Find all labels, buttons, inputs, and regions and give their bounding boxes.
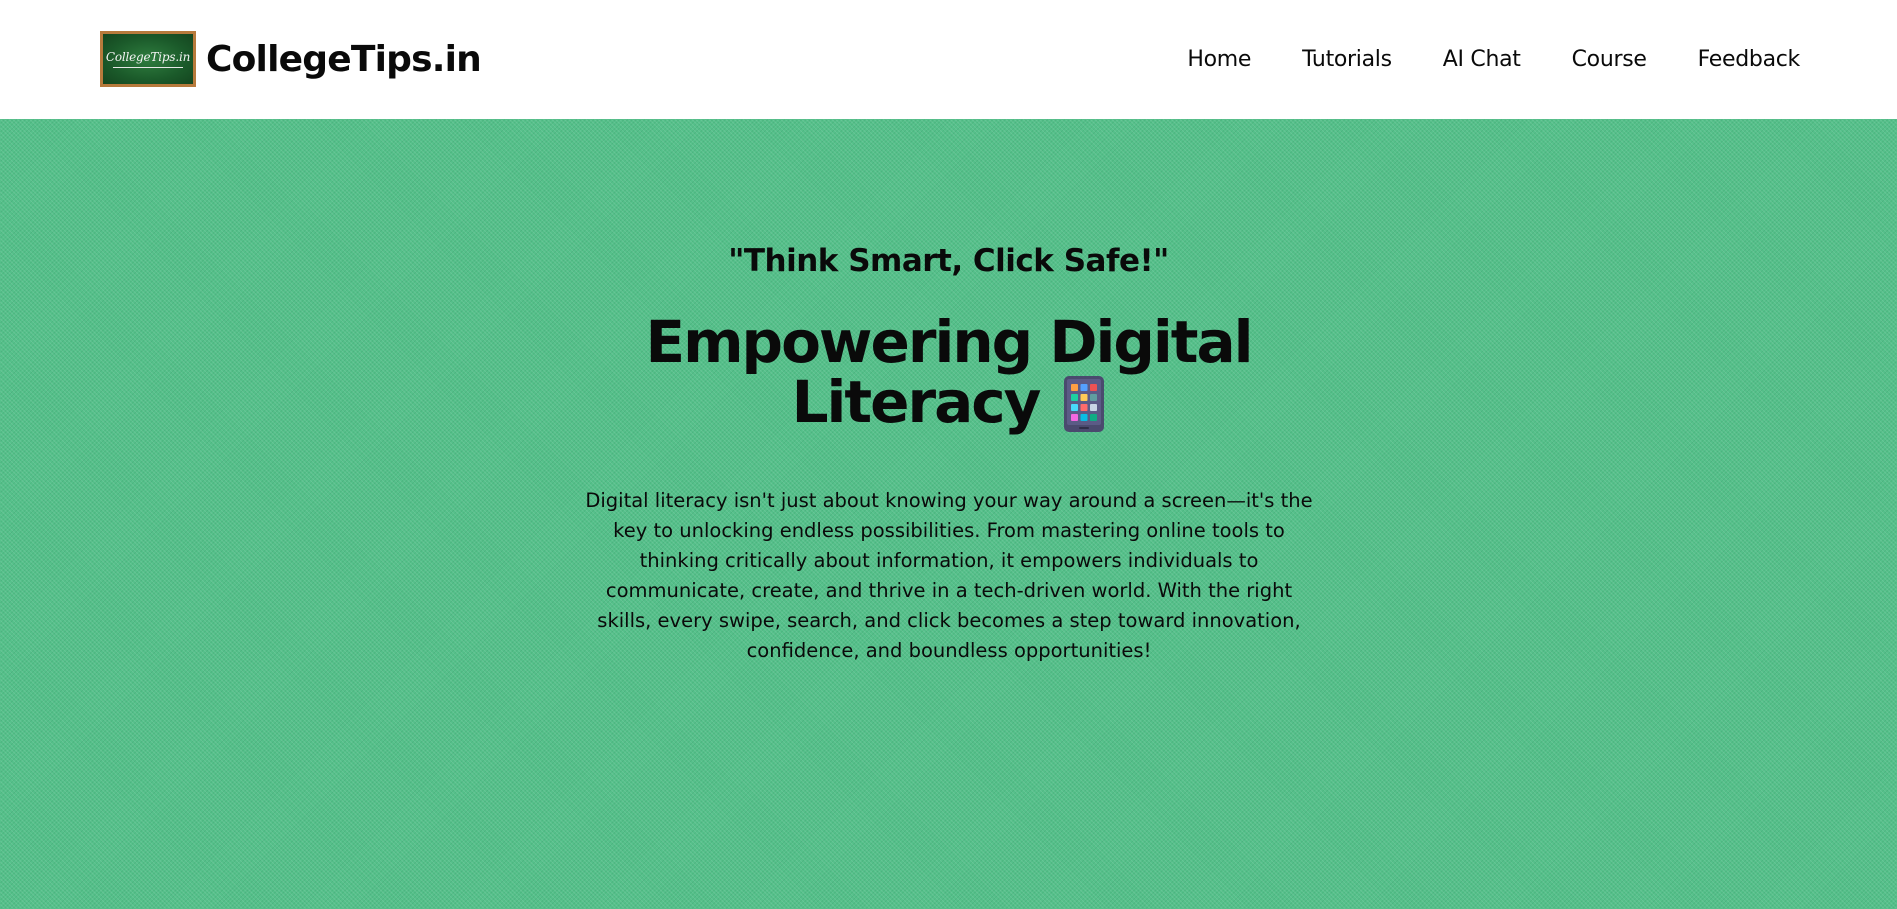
page: CollegeTips.in CollegeTips.in Home Tutor…: [0, 0, 1897, 909]
main-nav: Home Tutorials AI Chat Course Feedback: [1136, 0, 1800, 119]
nav-home[interactable]: Home: [1187, 47, 1251, 72]
nav-ai-chat[interactable]: AI Chat: [1443, 47, 1521, 72]
logo-text: CollegeTips.in: [105, 50, 191, 64]
logo-underline: [113, 67, 183, 68]
hero-tagline: "Think Smart, Click Safe!": [728, 243, 1169, 279]
nav-course[interactable]: Course: [1572, 47, 1647, 72]
brand-name: CollegeTips.in: [206, 38, 482, 80]
navbar: CollegeTips.in CollegeTips.in Home Tutor…: [0, 0, 1897, 119]
brand-link[interactable]: CollegeTips.in CollegeTips.in: [100, 29, 482, 89]
headline-line-1: Empowering Digital: [645, 308, 1254, 376]
headline-line-2: Literacy: [791, 368, 1042, 436]
logo: CollegeTips.in: [100, 31, 196, 87]
hero-description: Digital literacy isn't just about knowin…: [585, 489, 1313, 662]
mobile-phone-icon: [1063, 375, 1105, 433]
hero-headline: Empowering Digital Literacy: [0, 312, 1897, 432]
nav-feedback[interactable]: Feedback: [1698, 47, 1801, 72]
nav-tutorials[interactable]: Tutorials: [1302, 47, 1392, 72]
